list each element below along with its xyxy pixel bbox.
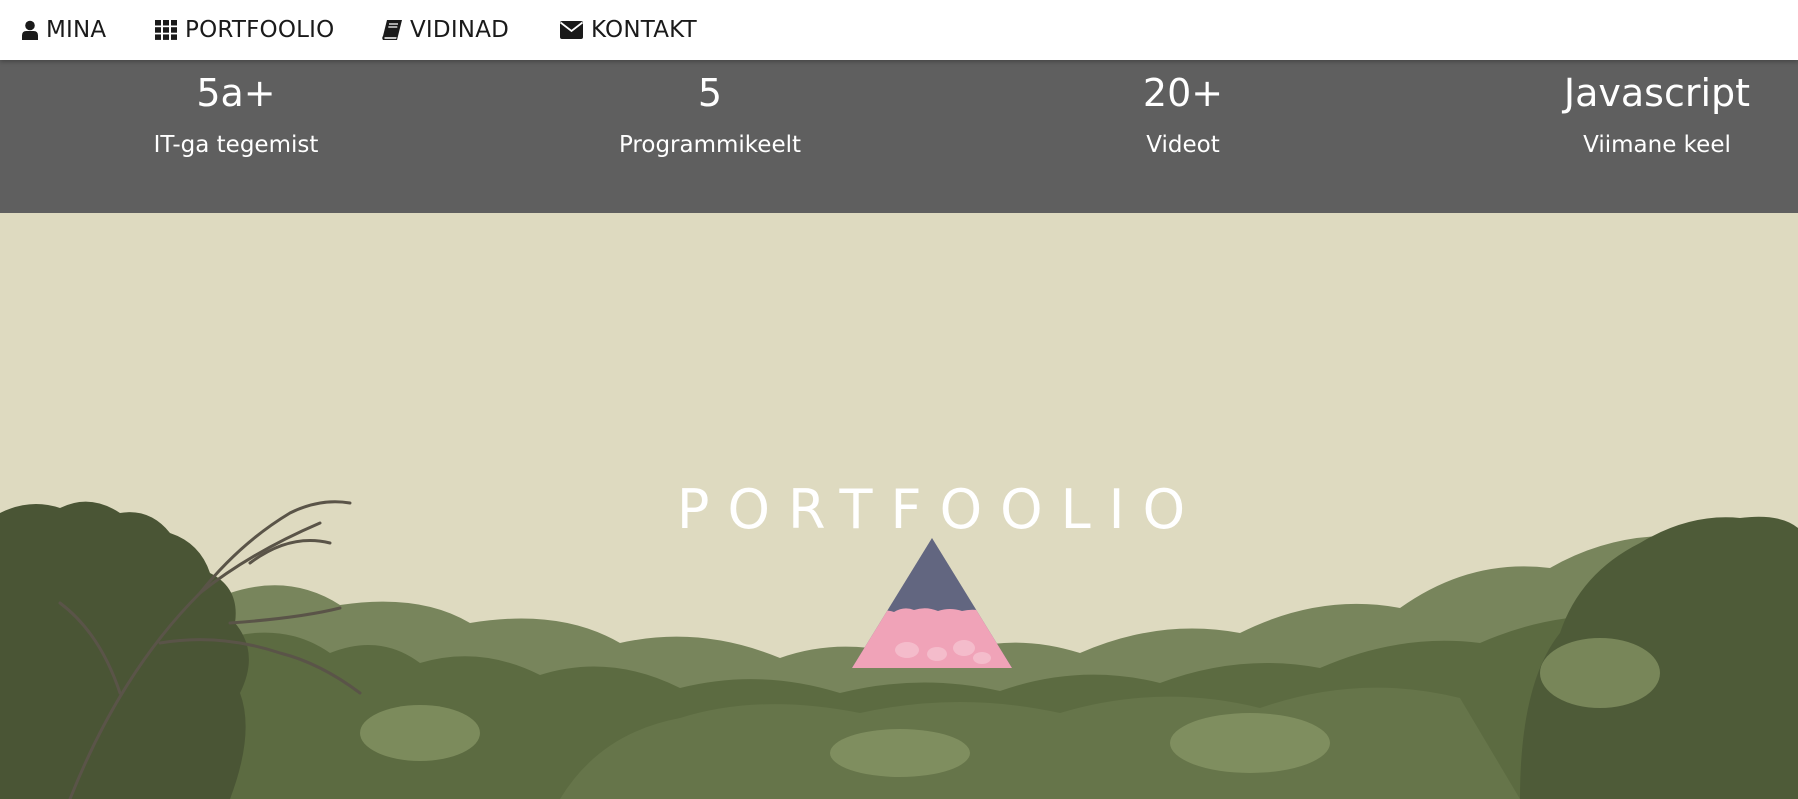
stats-band: 5a+ IT-ga tegemist 5 Programmikeelt 20+ … <box>0 60 1798 213</box>
book-icon <box>382 20 402 40</box>
user-icon <box>22 20 38 40</box>
triangle-logo <box>852 538 1012 672</box>
stat-label: Programmikeelt <box>618 132 802 158</box>
grid-icon <box>155 20 177 40</box>
stat-value: 5 <box>697 71 723 115</box>
nav-item-portfoolio[interactable]: PORTFOOLIO <box>155 0 334 60</box>
portfolio-hero: PORTFOOLIO <box>0 213 1798 799</box>
envelope-icon <box>560 21 583 39</box>
stat-value: 20+ <box>1142 71 1224 115</box>
stat-value: 5a+ <box>196 71 276 115</box>
stat-label: Viimane keel <box>1583 132 1731 158</box>
stat-value: Javascript <box>1563 71 1751 115</box>
nav-label-portfoolio: PORTFOOLIO <box>185 17 335 43</box>
nav-label-mina: MINA <box>46 17 107 43</box>
stat-label: IT-ga tegemist <box>153 132 319 158</box>
stat-experience: 5a+ IT-ga tegemist <box>36 60 436 157</box>
nav-item-mina[interactable]: MINA <box>22 0 106 60</box>
hero-title: PORTFOOLIO <box>676 478 1204 541</box>
nav-item-kontakt[interactable]: KONTAKT <box>560 0 697 60</box>
nav-item-vidinad[interactable]: VIDINAD <box>382 0 509 60</box>
stat-latest-language: Javascript Viimane keel <box>1457 60 1798 157</box>
stat-label: Videot <box>1146 132 1220 158</box>
nav-label-vidinad: VIDINAD <box>410 17 510 43</box>
stat-videos: 20+ Videot <box>983 60 1383 157</box>
stat-languages: 5 Programmikeelt <box>510 60 910 157</box>
top-navbar: MINA PORTFOOLIO VIDINAD KONTAKT <box>0 0 1798 60</box>
nav-label-kontakt: KONTAKT <box>591 17 697 43</box>
